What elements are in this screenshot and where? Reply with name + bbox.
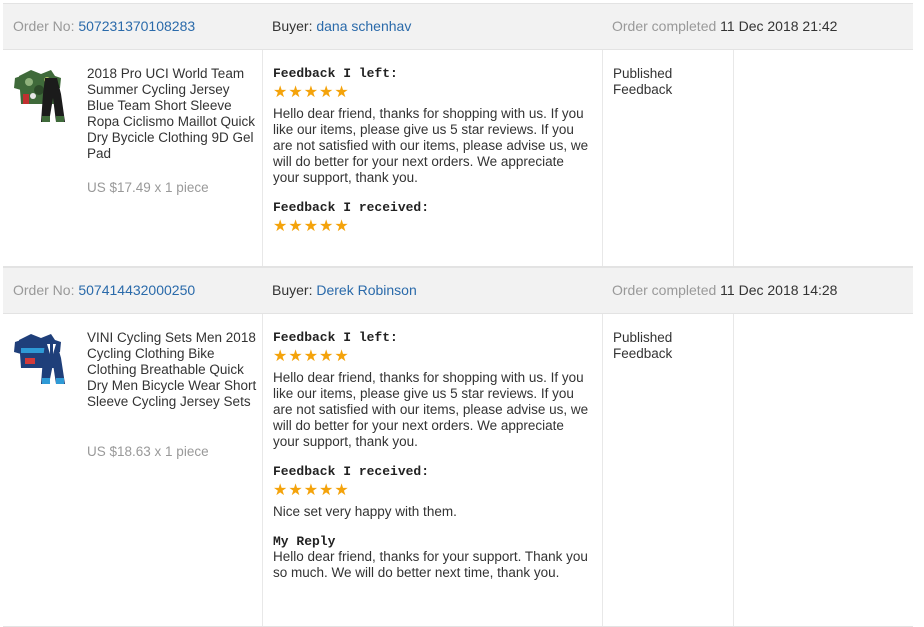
order-header: Order No: 507414432000250 Buyer: Derek R… <box>3 267 913 314</box>
product-thumbnail-jersey-camo[interactable] <box>11 64 73 126</box>
product-cell: VINI Cycling Sets Men 2018 Cycling Cloth… <box>3 314 262 626</box>
product-cell: 2018 Pro UCI World Team Summer Cycling J… <box>3 50 262 266</box>
order-completed: Order completed 11 Dec 2018 14:28 <box>612 282 837 298</box>
order-completed-label: Order completed <box>612 282 717 298</box>
buyer: Buyer: Derek Robinson <box>272 282 417 298</box>
buyer: Buyer: dana schenhav <box>272 18 411 34</box>
product-title[interactable]: VINI Cycling Sets Men 2018 Cycling Cloth… <box>87 330 259 410</box>
order-number-link[interactable]: 507414432000250 <box>78 282 195 298</box>
star-icon: ★★★★★ <box>273 218 350 235</box>
product-price: US $17.49 x 1 piece <box>87 180 209 195</box>
feedback-left-text: Hello dear friend, thanks for shopping w… <box>273 370 589 449</box>
product-title[interactable]: 2018 Pro UCI World Team Summer Cycling J… <box>87 66 259 162</box>
order-feedback-list: Order No: 507231370108283 Buyer: dana sc… <box>3 3 913 627</box>
buyer-label: Buyer: <box>272 18 313 34</box>
feedback-left-text: Hello dear friend, thanks for shopping w… <box>273 106 589 185</box>
feedback-left-label: Feedback I left: <box>273 66 398 81</box>
buyer-link[interactable]: Derek Robinson <box>316 282 416 298</box>
status-cell: Published Feedback <box>602 50 734 266</box>
order-header: Order No: 507231370108283 Buyer: dana sc… <box>3 3 913 50</box>
extra-cell <box>733 50 914 266</box>
my-reply-label: My Reply <box>273 534 336 549</box>
feedback-left-label: Feedback I left: <box>273 330 398 345</box>
product-price: US $18.63 x 1 piece <box>87 444 209 459</box>
order-completed-date: 11 Dec 2018 14:28 <box>720 282 838 298</box>
order-number-link[interactable]: 507231370108283 <box>78 18 195 34</box>
product-thumbnail-jersey-blue[interactable] <box>11 328 73 390</box>
order-body: 2018 Pro UCI World Team Summer Cycling J… <box>3 50 913 267</box>
order-completed-date: 11 Dec 2018 21:42 <box>720 18 838 34</box>
feedback-status: Published Feedback <box>613 66 673 97</box>
feedback-cell: Feedback I left: ★★★★★ Hello dear friend… <box>262 50 603 266</box>
order-number-label: Order No: <box>13 282 75 298</box>
feedback-cell: Feedback I left: ★★★★★ Hello dear friend… <box>262 314 603 626</box>
buyer-link[interactable]: dana schenhav <box>316 18 411 34</box>
order-completed: Order completed 11 Dec 2018 21:42 <box>612 18 837 34</box>
feedback-received-label: Feedback I received: <box>273 200 430 215</box>
my-reply-text: Hello dear friend, thanks for your suppo… <box>273 549 588 580</box>
star-icon: ★★★★★ <box>273 348 350 365</box>
order-number: Order No: 507414432000250 <box>13 282 195 298</box>
star-icon: ★★★★★ <box>273 482 350 499</box>
order-number: Order No: 507231370108283 <box>13 18 195 34</box>
status-cell: Published Feedback <box>602 314 734 626</box>
order-completed-label: Order completed <box>612 18 717 34</box>
feedback-received-label: Feedback I received: <box>273 464 430 479</box>
extra-cell <box>733 314 914 626</box>
order-number-label: Order No: <box>13 18 75 34</box>
order-body: VINI Cycling Sets Men 2018 Cycling Cloth… <box>3 314 913 627</box>
buyer-label: Buyer: <box>272 282 313 298</box>
feedback-received-text: Nice set very happy with them. <box>273 504 457 519</box>
feedback-status: Published Feedback <box>613 330 673 361</box>
star-icon: ★★★★★ <box>273 84 350 101</box>
